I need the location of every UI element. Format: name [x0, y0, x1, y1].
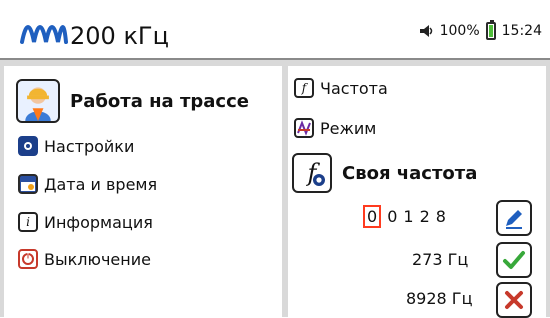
gear-small-icon — [313, 174, 325, 186]
speaker-icon — [419, 25, 432, 37]
volume-percent: 100% — [439, 23, 480, 39]
menu-item-settings-label: Настройки — [44, 136, 135, 156]
right-item-mode-label: Режим — [320, 118, 377, 138]
menu-item-settings[interactable]: Настройки — [18, 136, 134, 156]
panel-divider — [282, 66, 288, 317]
frequency-icon: f — [294, 78, 314, 98]
close-icon — [505, 291, 523, 309]
custom-frequency-title: Своя частота — [342, 162, 478, 184]
left-title-row: Работа на трассе — [16, 79, 249, 123]
row-273-value: 273 Гц — [412, 250, 469, 269]
digit-editor[interactable]: 0 0 1 2 8 — [360, 205, 449, 228]
cancel-button[interactable] — [496, 282, 532, 318]
worker-avatar-icon — [16, 79, 60, 123]
right-item-frequency[interactable]: f Частота — [294, 78, 388, 98]
confirm-button[interactable] — [496, 242, 532, 278]
left-title: Работа на трассе — [70, 90, 249, 112]
menu-item-shutdown-label: Выключение — [44, 249, 151, 269]
left-edge — [0, 66, 4, 317]
pencil-icon — [506, 210, 522, 229]
digit-4[interactable]: 8 — [436, 207, 446, 226]
header-divider — [0, 60, 550, 66]
menu-item-datetime[interactable]: Дата и время — [18, 174, 157, 194]
worker-figure — [25, 87, 51, 121]
menu-item-info[interactable]: i Информация — [18, 212, 153, 232]
power-icon — [18, 249, 38, 269]
edit-button[interactable] — [496, 200, 532, 236]
battery-icon — [485, 20, 496, 40]
clock-time: 15:24 — [501, 23, 542, 39]
calendar-icon — [18, 174, 38, 194]
top-bar: 200 кГц 100% 15:24 — [0, 0, 550, 60]
row-8928-value: 8928 Гц — [406, 289, 473, 308]
gear-icon — [18, 136, 38, 156]
menu-item-info-label: Информация — [44, 212, 153, 232]
mode-icon — [294, 118, 314, 138]
right-edge — [546, 66, 550, 317]
digit-2[interactable]: 1 — [403, 207, 413, 226]
digit-3[interactable]: 2 — [420, 207, 430, 226]
info-icon: i — [18, 212, 38, 232]
signal-wave-icon — [20, 25, 68, 44]
menu-item-datetime-label: Дата и время — [44, 174, 158, 194]
status-area: 100% 15:24 — [418, 20, 542, 42]
digit-1[interactable]: 0 — [387, 207, 397, 226]
custom-frequency-icon: f — [292, 153, 332, 193]
frequency-display: 200 кГц — [70, 22, 169, 50]
custom-frequency-header: f Своя частота — [292, 153, 477, 193]
check-icon — [503, 251, 525, 269]
right-item-frequency-label: Частота — [320, 78, 388, 98]
digit-0[interactable]: 0 — [363, 205, 382, 228]
menu-item-shutdown[interactable]: Выключение — [18, 249, 151, 269]
right-item-mode[interactable]: Режим — [294, 118, 376, 138]
